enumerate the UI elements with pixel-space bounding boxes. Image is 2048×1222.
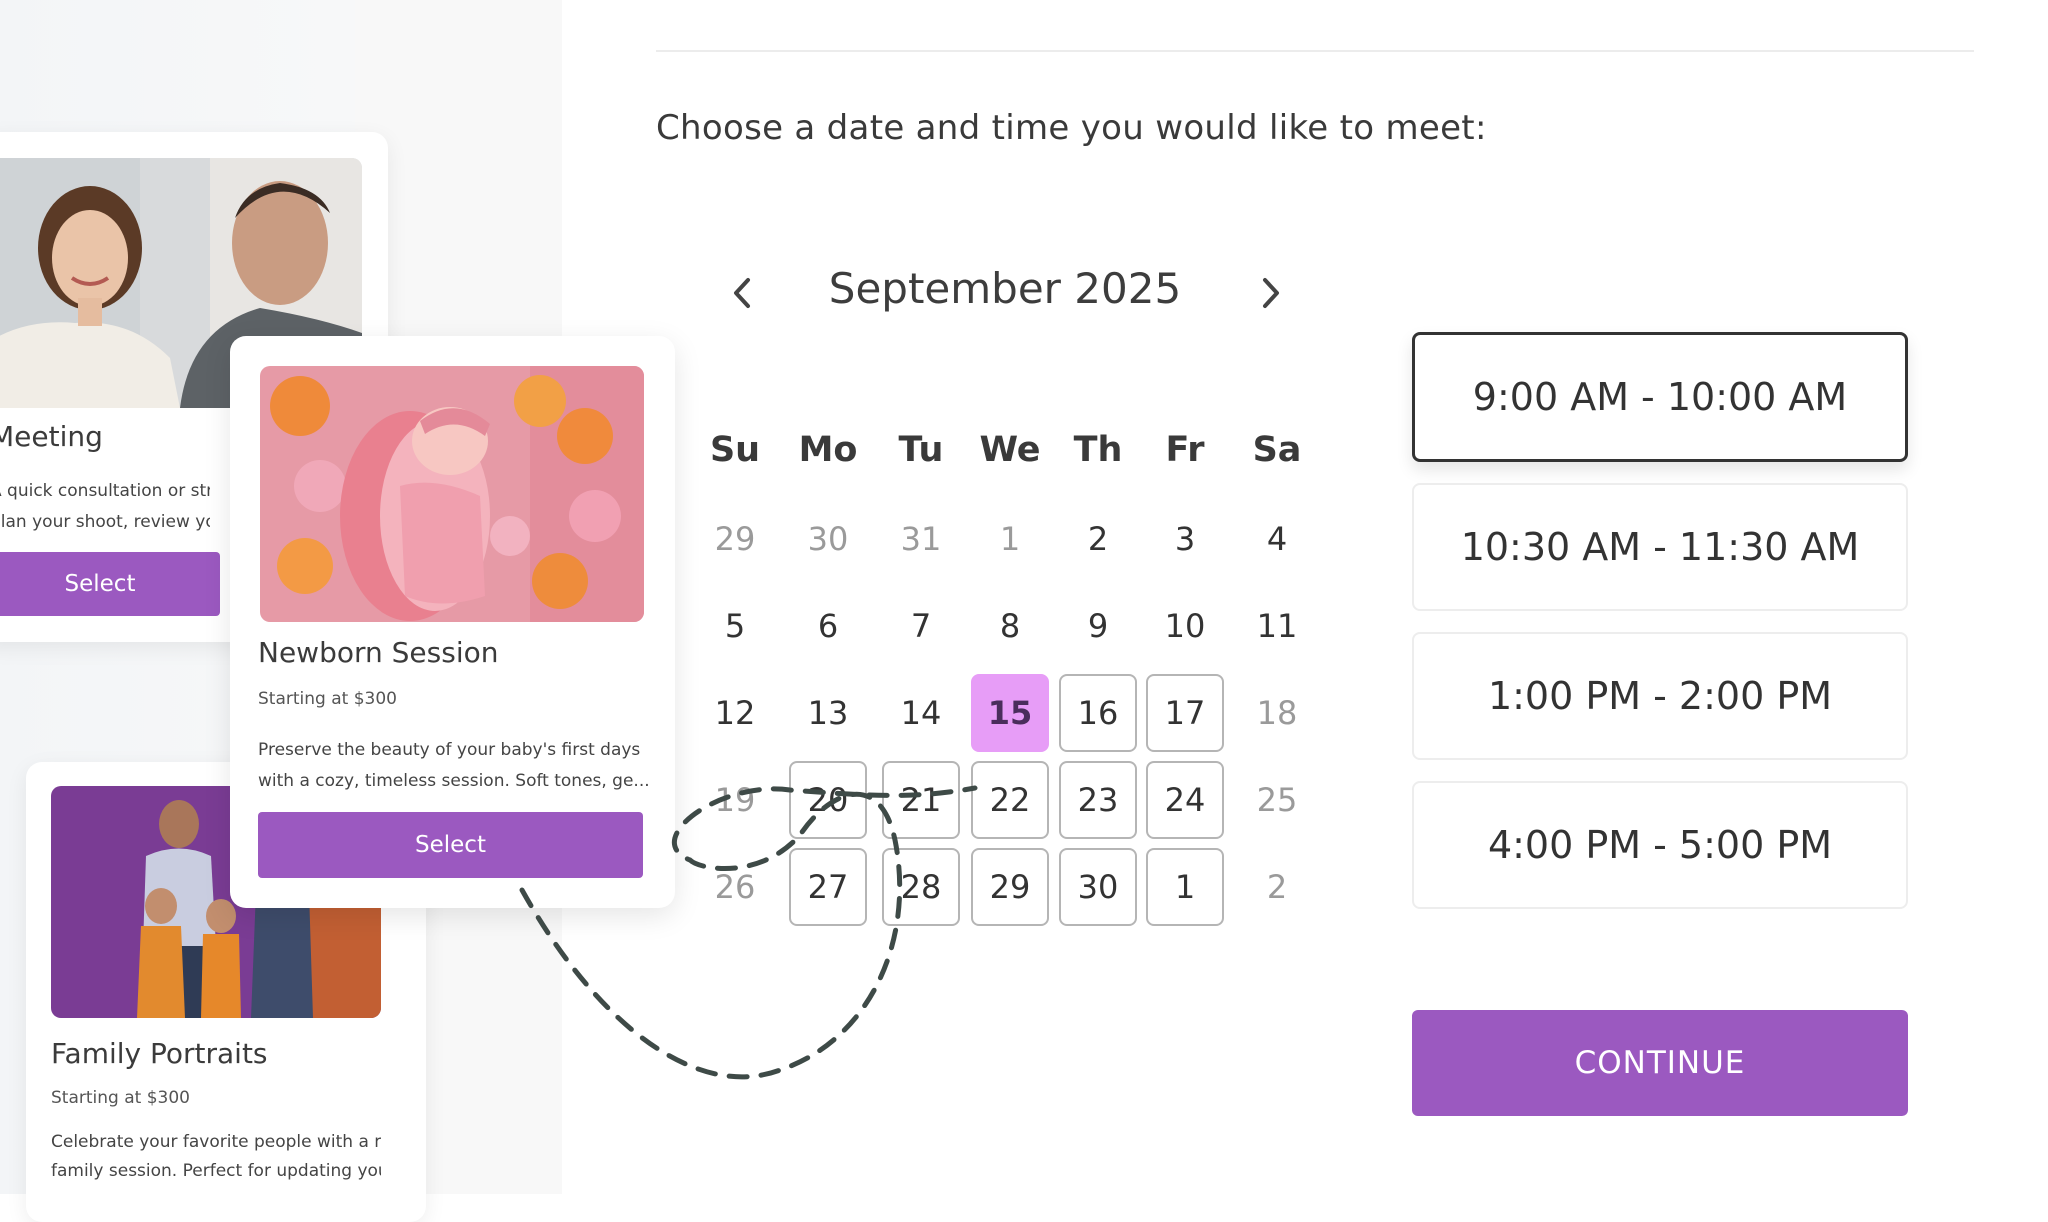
calendar-day: 3: [1174, 520, 1196, 558]
newborn-title: Newborn Session: [258, 636, 499, 669]
calendar-day: 8: [999, 607, 1021, 645]
chevron-left-icon: [734, 278, 750, 308]
month-label: September 2025: [828, 264, 1182, 313]
weekday-header: Sa: [1252, 430, 1302, 470]
time-slot[interactable]: 9:00 AM - 10:00 AM: [1412, 332, 1908, 462]
time-slot[interactable]: 1:00 PM - 2:00 PM: [1412, 632, 1908, 760]
calendar-day-available[interactable]: 17: [1146, 674, 1224, 752]
calendar-day-available[interactable]: 21: [882, 761, 960, 839]
page-prompt: Choose a date and time you would like to…: [656, 108, 1487, 148]
next-month-button[interactable]: [1255, 268, 1285, 318]
calendar-day-available[interactable]: 28: [882, 848, 960, 926]
calendar-day-available[interactable]: 27: [789, 848, 867, 926]
calendar-day: 12: [714, 694, 756, 732]
calendar-day: 5: [724, 607, 746, 645]
calendar-day: 4: [1266, 520, 1288, 558]
calendar-day: 7: [910, 607, 932, 645]
calendar-day: 6: [817, 607, 839, 645]
calendar-day: 29: [714, 520, 756, 558]
calendar-day-available[interactable]: 1: [1146, 848, 1224, 926]
calendar-day-available[interactable]: 30: [1059, 848, 1137, 926]
calendar-day: 14: [900, 694, 942, 732]
family-desc-line1: Celebrate your favorite people with a re…: [51, 1132, 381, 1152]
weekday-header: We: [979, 430, 1041, 470]
calendar-day: 1: [999, 520, 1021, 558]
continue-button[interactable]: CONTINUE: [1412, 1010, 1908, 1116]
newborn-photo: [260, 366, 644, 622]
newborn-price: Starting at $300: [258, 689, 397, 709]
calendar-day: 13: [807, 694, 849, 732]
weekday-header: Th: [1073, 430, 1123, 470]
weekday-header: Mo: [798, 430, 858, 470]
calendar-day: 25: [1256, 781, 1298, 819]
meeting-desc-line2: plan your shoot, review your v: [0, 512, 210, 532]
calendar-day-selected[interactable]: 15: [971, 674, 1049, 752]
prev-month-button[interactable]: [728, 268, 758, 318]
calendar-day-available[interactable]: 24: [1146, 761, 1224, 839]
calendar-day: 18: [1256, 694, 1298, 732]
meeting-select-button[interactable]: Select: [0, 552, 220, 616]
meeting-title: Meeting: [0, 420, 103, 453]
calendar-day-available[interactable]: 16: [1059, 674, 1137, 752]
calendar-day: 2: [1087, 520, 1109, 558]
weekday-header: Su: [709, 430, 761, 470]
family-desc-line2: family session. Perfect for updating you…: [51, 1161, 381, 1181]
meeting-desc-line1: A quick consultation or strateg: [0, 481, 210, 501]
family-price: Starting at $300: [51, 1088, 190, 1108]
service-card-newborn[interactable]: Newborn Session Starting at $300 Preserv…: [230, 336, 675, 908]
newborn-description: Preserve the beauty of your baby's first…: [258, 735, 650, 797]
calendar-day-available[interactable]: 22: [971, 761, 1049, 839]
chevron-right-icon: [1263, 278, 1279, 308]
meeting-description: A quick consultation or strateg plan you…: [0, 476, 210, 538]
calendar-day: 31: [900, 520, 942, 558]
calendar-day: 11: [1256, 607, 1298, 645]
time-slot[interactable]: 10:30 AM - 11:30 AM: [1412, 483, 1908, 611]
newborn-desc-line2: with a cozy, timeless session. Soft tone…: [258, 771, 650, 791]
family-description: Celebrate your favorite people with a re…: [51, 1128, 381, 1186]
calendar-day: 26: [714, 868, 756, 906]
calendar-day: 19: [714, 781, 756, 819]
calendar-day: 9: [1087, 607, 1109, 645]
time-slot[interactable]: 4:00 PM - 5:00 PM: [1412, 781, 1908, 909]
newborn-image: [260, 366, 644, 622]
top-divider: [656, 50, 1974, 52]
calendar-day-available[interactable]: 23: [1059, 761, 1137, 839]
calendar-day: 10: [1164, 607, 1206, 645]
weekday-header: Fr: [1165, 430, 1205, 470]
weekday-header: Tu: [898, 430, 944, 470]
calendar-day: 2: [1266, 868, 1288, 906]
family-title: Family Portraits: [51, 1037, 268, 1070]
calendar-day: 30: [807, 520, 849, 558]
newborn-desc-line1: Preserve the beauty of your baby's first…: [258, 740, 641, 760]
newborn-select-button[interactable]: Select: [258, 812, 643, 878]
calendar-day-available[interactable]: 29: [971, 848, 1049, 926]
calendar-day-available[interactable]: 20: [789, 761, 867, 839]
